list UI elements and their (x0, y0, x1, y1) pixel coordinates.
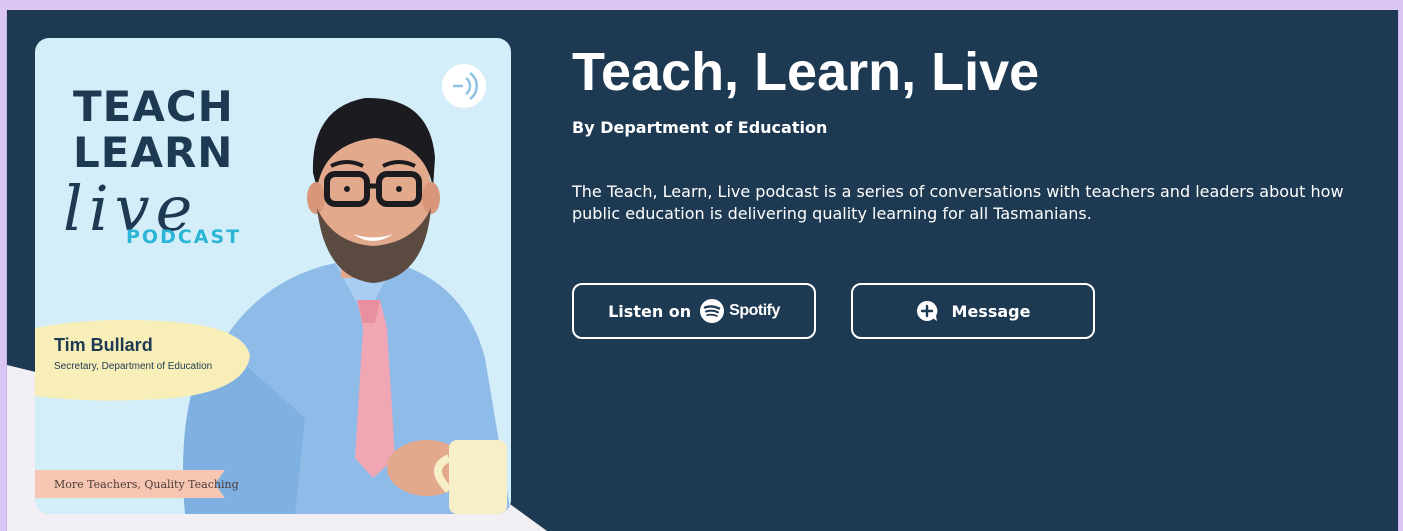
spotify-logo: Spotify (699, 298, 780, 324)
spotify-icon (700, 299, 725, 323)
cover-guest-role: Secretary, Department of Education (54, 361, 213, 372)
podcast-info: Teach, Learn, Live By Department of Educ… (572, 38, 1392, 339)
podcast-hero: TEACH LEARN live PODCAST Tim Bullard Sec… (7, 10, 1398, 531)
cover-title-teach: TEACH (73, 82, 234, 131)
page-frame: TEACH LEARN live PODCAST Tim Bullard Sec… (6, 10, 1399, 531)
podcast-title: Teach, Learn, Live (572, 42, 1040, 102)
listen-label: Listen on (608, 301, 692, 321)
cover-title-learn: LEARN (73, 128, 234, 177)
cover-guest-name: Tim Bullard (54, 335, 153, 355)
podcast-author: By Department of Education (572, 118, 828, 137)
cover-podcast-label: PODCAST (126, 226, 242, 248)
podcast-cover-art: TEACH LEARN live PODCAST Tim Bullard Sec… (35, 38, 511, 514)
spotify-wordmark: Spotify (729, 302, 780, 319)
message-label: Message (951, 301, 1031, 321)
cover-tagline: More Teachers, Quality Teaching (54, 478, 239, 491)
message-plus-icon (916, 300, 938, 322)
message-button[interactable]: Message (851, 283, 1095, 339)
podcast-description: The Teach, Learn, Live podcast is a seri… (572, 182, 1344, 223)
listen-on-spotify-button[interactable]: Listen on Spotify (572, 283, 816, 339)
